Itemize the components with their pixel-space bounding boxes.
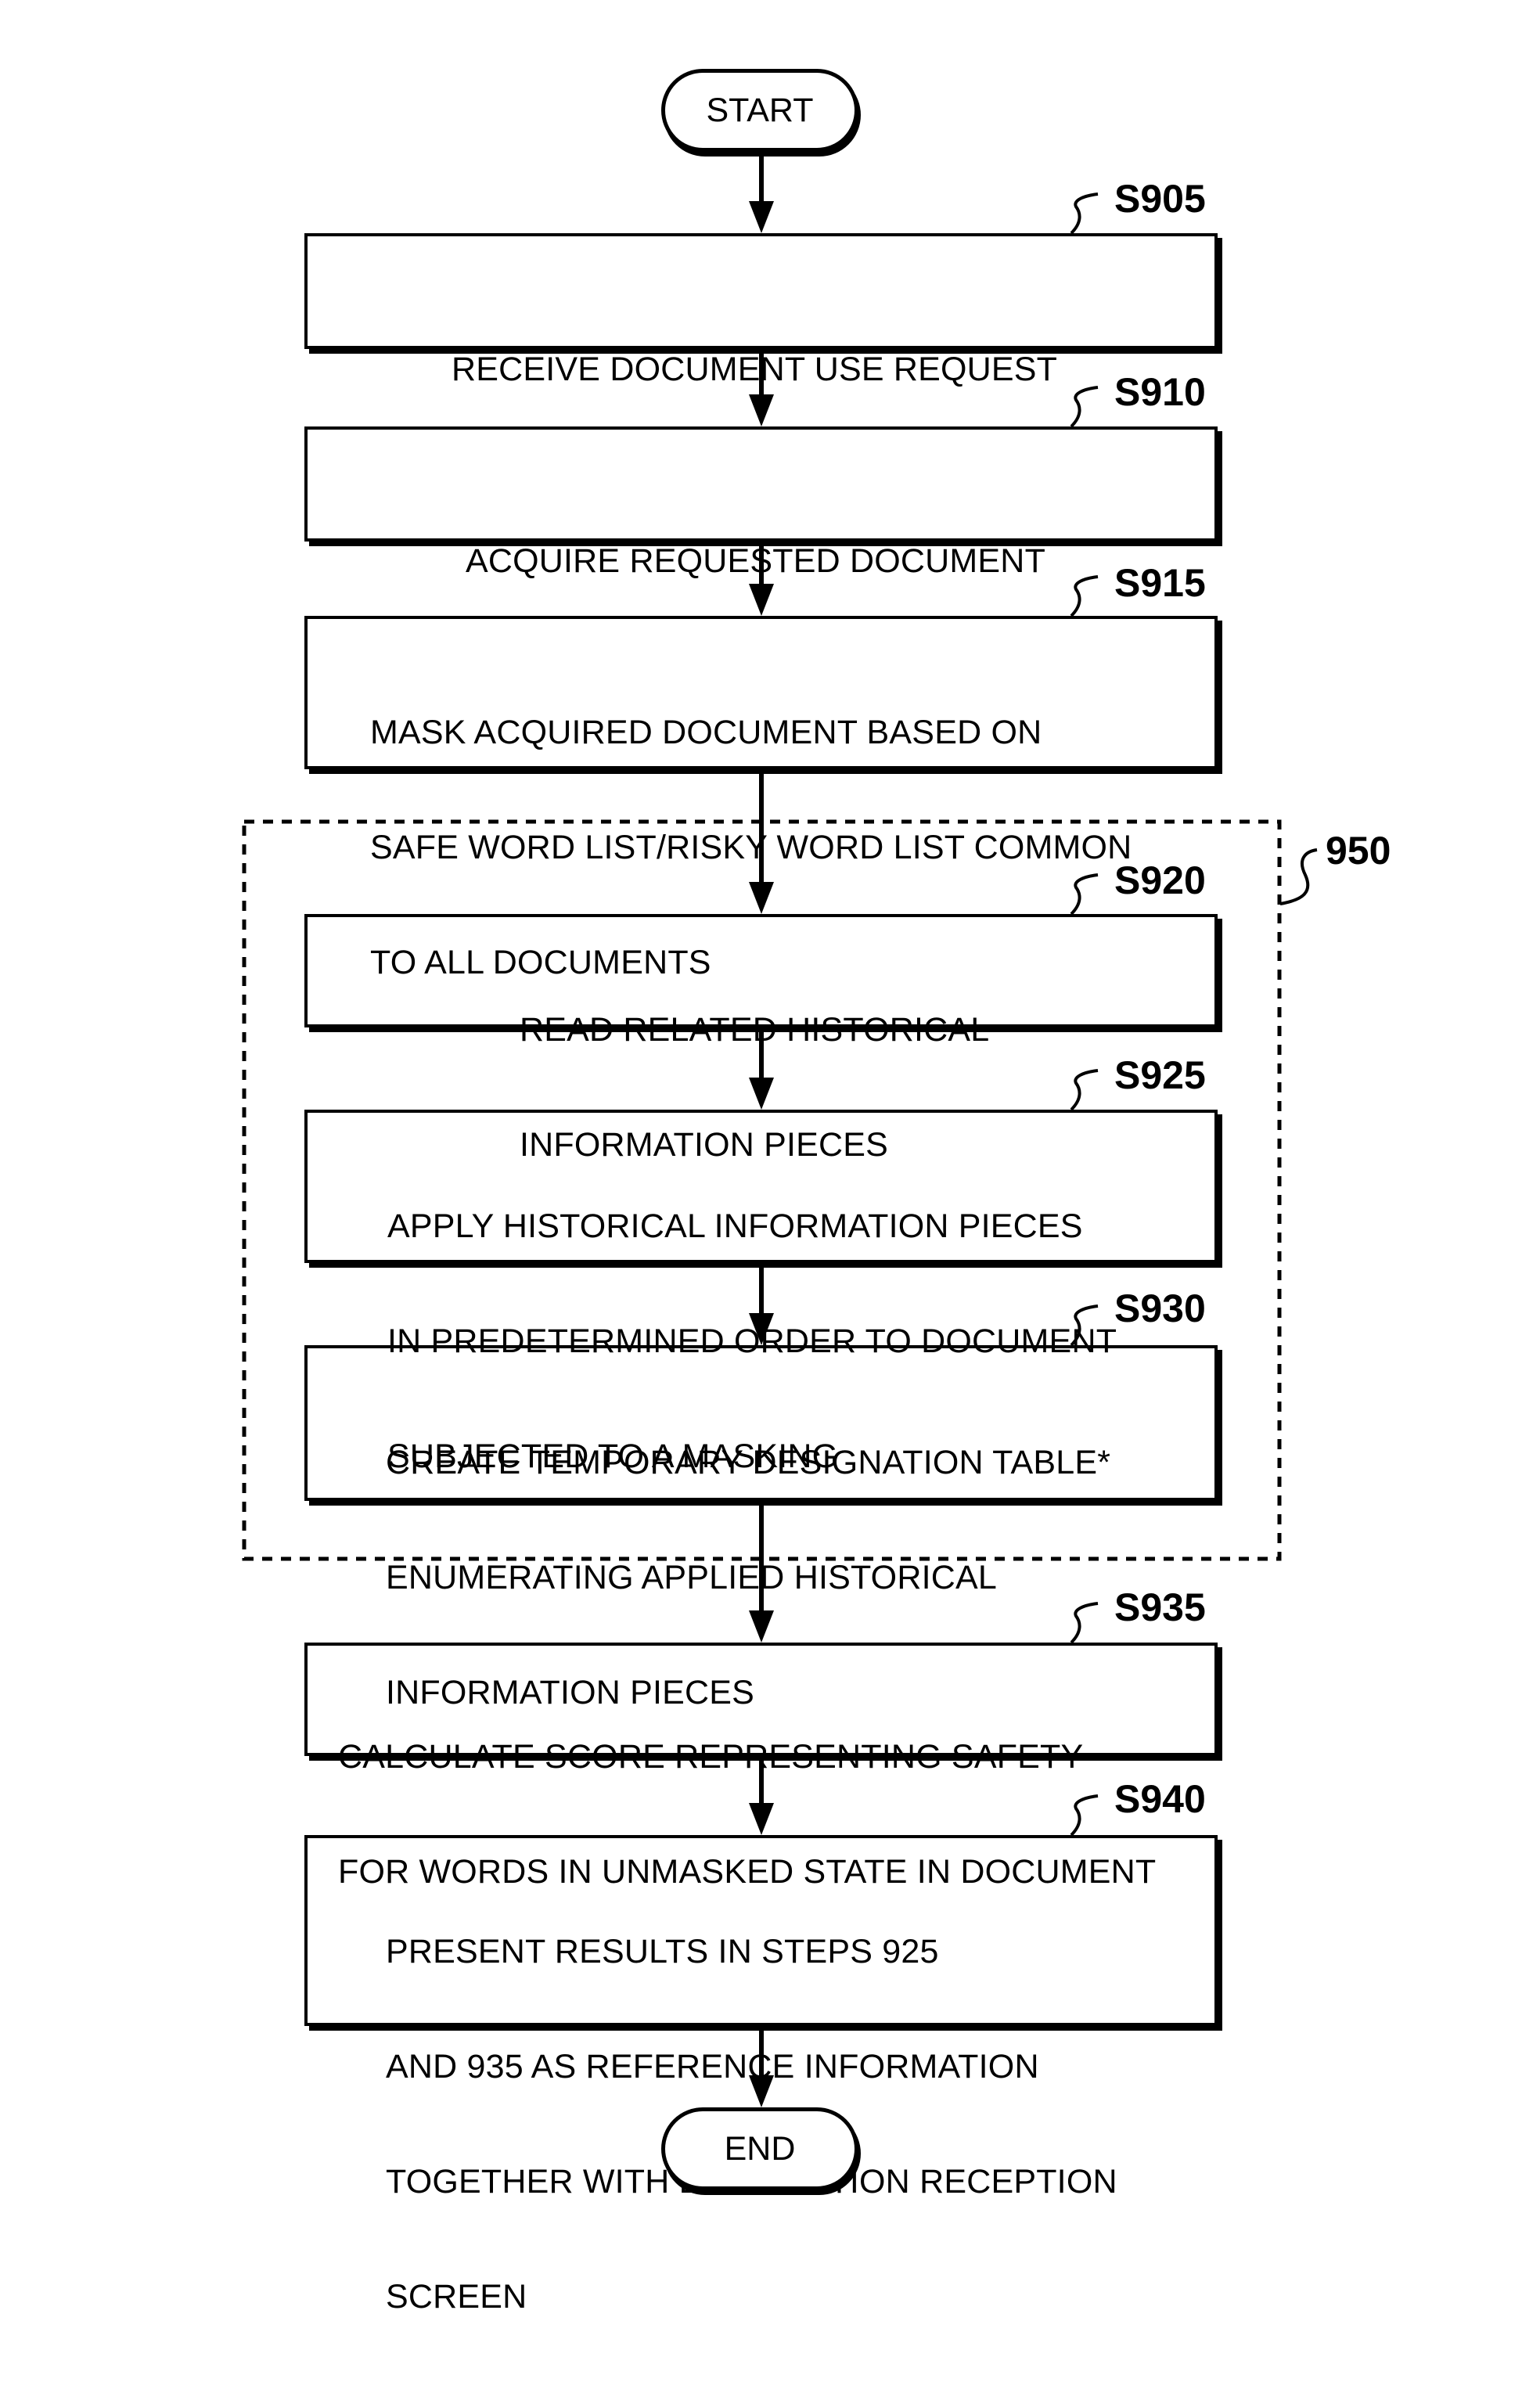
step-text-s905: RECEIVE DOCUMENT USE REQUEST	[452, 274, 1057, 466]
group-label-950: 950	[1326, 829, 1391, 873]
step-text-line: SAFE WORD LIST/RISKY WORD LIST COMMON	[370, 829, 1132, 866]
start-label: START	[706, 91, 814, 129]
step-text-line: MASK ACQUIRED DOCUMENT BASED ON	[370, 714, 1042, 751]
step-label-s940: S940	[1114, 1777, 1206, 1821]
step-label-s910: S910	[1114, 370, 1206, 414]
step-text-line: RECEIVE DOCUMENT USE REQUEST	[452, 351, 1058, 388]
step-text-line: CREATE TEMPORARY DESIGNATION TABLE*	[386, 1444, 1111, 1481]
step-label-s920: S920	[1114, 858, 1206, 902]
leader-s910	[1070, 386, 1099, 428]
step-text-line: SCREEN	[386, 2278, 527, 2316]
start-terminal: START	[661, 69, 858, 152]
step-text-line: PRESENT RESULTS IN STEPS 925	[386, 1933, 939, 1970]
leader-s905	[1070, 193, 1099, 235]
end-label: END	[724, 2129, 796, 2168]
step-label-s935: S935	[1114, 1585, 1206, 1629]
step-label-s930: S930	[1114, 1286, 1206, 1330]
step-text-line: CALCULATE SCORE REPRESENTING SAFETY	[338, 1738, 1084, 1776]
step-label-s905: S905	[1114, 177, 1206, 221]
step-text-line: APPLY HISTORICAL INFORMATION PIECES	[387, 1207, 1083, 1245]
step-text-line: AND 935 AS REFERENCE INFORMATION	[386, 2048, 1039, 2085]
step-text-s910: ACQUIRE REQUESTED DOCUMENT	[466, 466, 1045, 657]
step-text-line: ENUMERATING APPLIED HISTORICAL	[386, 1559, 997, 1596]
step-text-line: ACQUIRE REQUESTED DOCUMENT	[466, 542, 1046, 580]
group-950-leader	[1279, 848, 1318, 905]
step-label-s915: S915	[1114, 561, 1206, 605]
step-text-line: IN PREDETERMINED ORDER TO DOCUMENT	[387, 1322, 1117, 1360]
leader-s925	[1070, 1069, 1099, 1111]
step-text-line: READ RELATED HISTORICAL	[520, 1011, 990, 1049]
flowchart-canvas: START RECEIVE DOCUMENT USE REQUEST ACQUI…	[0, 0, 1540, 2316]
step-label-s925: S925	[1114, 1053, 1206, 1097]
leader-s915	[1070, 575, 1099, 617]
arrow-start-to-s905	[749, 153, 774, 233]
arrowhead-icon	[749, 201, 774, 233]
end-terminal: END	[661, 2107, 858, 2190]
